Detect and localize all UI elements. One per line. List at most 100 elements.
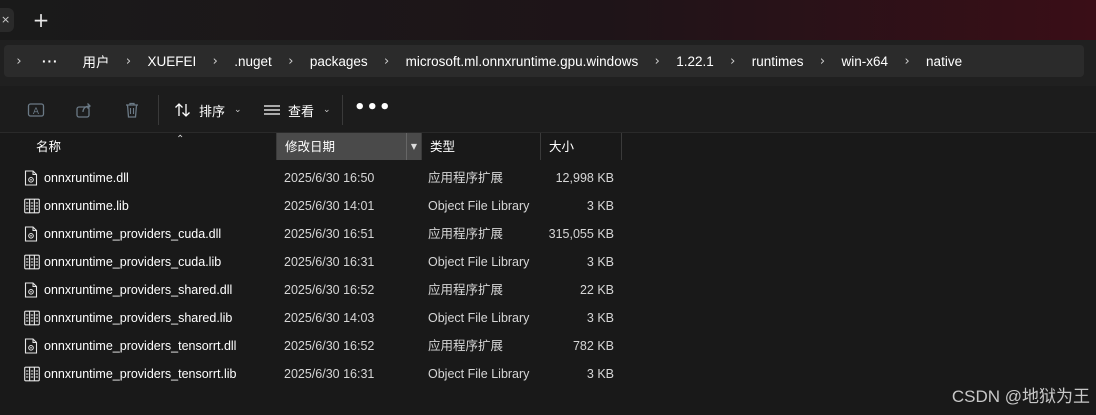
column-header-type[interactable]: 类型 [422, 133, 541, 160]
breadcrumb-item-package-name[interactable]: microsoft.ml.onnxruntime.gpu.windows [400, 54, 645, 69]
view-label: 查看 [288, 104, 315, 120]
file-name: onnxruntime_providers_shared.dll [44, 283, 233, 297]
column-header-date[interactable]: 修改日期 ▼ [277, 133, 422, 160]
file-row[interactable]: onnxruntime_providers_shared.dll 2025/6/3… [20, 276, 630, 304]
column-filter-chevron-icon[interactable]: ▼ [406, 133, 421, 160]
watermark: CSDN @地狱为王 [951, 387, 1090, 406]
file-row[interactable]: onnxruntime_providers_tensorrt.lib 2025/6… [20, 360, 630, 388]
file-size: 3 KB [586, 255, 614, 269]
breadcrumb-item-native[interactable]: native [920, 54, 968, 69]
file-row[interactable]: onnxruntime.lib 2025/6/30 14:01 Object Fil… [20, 192, 630, 220]
chevron-down-icon: ⌄ [323, 105, 331, 115]
file-name: onnxruntime.dll [44, 171, 129, 185]
column-type-label: 类型 [430, 139, 456, 154]
chevron-right-icon[interactable]: › [720, 54, 746, 69]
file-size: 12,998 KB [555, 171, 614, 185]
dll-file-icon [24, 338, 38, 354]
breadcrumb-item-version[interactable]: 1.22.1 [670, 54, 720, 69]
file-type: 应用程序扩展 [428, 171, 504, 185]
file-type: 应用程序扩展 [428, 339, 504, 353]
file-name: onnxruntime.lib [44, 199, 129, 213]
file-date: 2025/6/30 16:52 [284, 339, 375, 353]
tab-strip: × + [0, 0, 1096, 40]
file-row[interactable]: onnxruntime_providers_cuda.lib 2025/6/30 … [20, 248, 630, 276]
lib-file-icon [24, 310, 40, 326]
file-date: 2025/6/30 16:31 [284, 255, 375, 269]
file-row[interactable]: onnxruntime_providers_shared.lib 2025/6/3… [20, 304, 630, 332]
file-date: 2025/6/30 16:50 [284, 171, 375, 185]
file-row[interactable]: onnxruntime.dll 2025/6/30 16:50 应用程序扩展 12,9… [20, 164, 630, 192]
breadcrumb-item-win-x64[interactable]: win-x64 [836, 54, 895, 69]
address-bar-row: › ··· 用户 › XUEFEI › .nuget › packages › … [0, 40, 1096, 86]
sort-button[interactable]: 排序 ⌄ [174, 97, 242, 123]
chevron-right-icon[interactable]: › [116, 54, 142, 69]
breadcrumb-item-xuefei[interactable]: XUEFEI [142, 54, 203, 69]
breadcrumb-overflow-button[interactable]: ··· [34, 54, 67, 69]
file-size: 782 KB [572, 339, 614, 353]
sort-icon [175, 103, 190, 117]
file-name: onnxruntime_providers_tensorrt.dll [44, 339, 237, 353]
file-type: Object File Library [428, 255, 530, 269]
file-date: 2025/6/30 16:31 [284, 367, 375, 381]
column-date-label: 修改日期 [285, 139, 336, 154]
file-type: Object File Library [428, 367, 530, 381]
breadcrumb[interactable]: › ··· 用户 › XUEFEI › .nuget › packages › … [4, 45, 1084, 77]
lib-file-icon [24, 198, 40, 214]
chevron-right-icon[interactable]: › [278, 54, 304, 69]
file-name: onnxruntime_providers_shared.lib [44, 311, 233, 325]
file-type: Object File Library [428, 199, 530, 213]
file-name: onnxruntime_providers_cuda.dll [44, 227, 222, 241]
column-size-label: 大小 [549, 139, 575, 154]
new-tab-button[interactable]: + [28, 8, 54, 34]
chevron-right-icon[interactable]: › [4, 54, 34, 69]
close-tab-icon[interactable]: × [0, 8, 14, 32]
toolbar-divider [342, 95, 343, 125]
file-type: Object File Library [428, 311, 530, 325]
chevron-right-icon[interactable]: › [202, 54, 228, 69]
file-name: onnxruntime_providers_tensorrt.lib [44, 367, 237, 381]
sort-label: 排序 [199, 104, 226, 120]
view-list-icon [264, 105, 280, 115]
file-type: 应用程序扩展 [428, 227, 504, 241]
breadcrumb-item-users[interactable]: 用户 [77, 51, 116, 71]
file-name: onnxruntime_providers_cuda.lib [44, 255, 222, 269]
breadcrumb-item-nuget[interactable]: .nuget [228, 54, 278, 69]
breadcrumb-item-packages[interactable]: packages [304, 54, 374, 69]
column-header-name[interactable]: 名称 ⌃ [28, 133, 277, 160]
file-row[interactable]: onnxruntime_providers_cuda.dll 2025/6/30 … [20, 220, 630, 248]
column-header-size[interactable]: 大小 [541, 133, 622, 160]
more-options-button[interactable]: ••• [354, 97, 391, 123]
dll-file-icon [24, 282, 38, 298]
command-bar: A 排序 ⌄ 查看 ⌄ ••• [0, 86, 1096, 133]
file-size: 3 KB [586, 367, 614, 381]
breadcrumb-item-runtimes[interactable]: runtimes [746, 54, 810, 69]
toolbar-divider [158, 95, 159, 125]
rename-icon[interactable]: A [25, 99, 47, 121]
share-icon[interactable] [73, 99, 95, 121]
file-date: 2025/6/30 14:03 [284, 311, 375, 325]
file-list: 名称 ⌃ 修改日期 ▼ 类型 大小 onnxruntime.dll 2025/6/… [0, 133, 1096, 415]
lib-file-icon [24, 254, 40, 270]
file-date: 2025/6/30 16:52 [284, 283, 375, 297]
column-name-label: 名称 [36, 139, 62, 154]
chevron-right-icon[interactable]: › [374, 54, 400, 69]
file-size: 3 KB [586, 199, 614, 213]
file-date: 2025/6/30 14:01 [284, 199, 375, 213]
file-date: 2025/6/30 16:51 [284, 227, 375, 241]
chevron-right-icon[interactable]: › [894, 54, 920, 69]
chevron-right-icon[interactable]: › [810, 54, 836, 69]
file-size: 22 KB [579, 283, 614, 297]
file-row[interactable]: onnxruntime_providers_tensorrt.dll 2025/6… [20, 332, 630, 360]
file-size: 3 KB [586, 311, 614, 325]
sort-ascending-icon: ⌃ [176, 134, 185, 145]
dll-file-icon [24, 170, 38, 186]
dll-file-icon [24, 226, 38, 242]
lib-file-icon [24, 366, 40, 382]
svg-text:A: A [33, 107, 40, 117]
chevron-down-icon: ⌄ [234, 105, 242, 115]
file-size: 315,055 KB [548, 227, 614, 241]
view-button[interactable]: 查看 ⌄ [263, 97, 331, 123]
delete-icon[interactable] [121, 99, 143, 121]
chevron-right-icon[interactable]: › [644, 54, 670, 69]
file-type: 应用程序扩展 [428, 283, 504, 297]
